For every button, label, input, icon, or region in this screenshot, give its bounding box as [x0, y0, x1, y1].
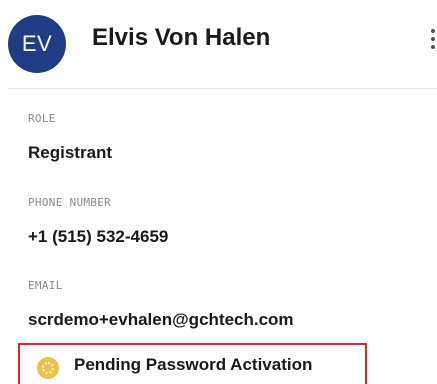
profile-header: EV Elvis Von Halen [0, 0, 437, 88]
role-value: Registrant [28, 143, 113, 162]
role-label: ROLE [28, 112, 56, 125]
header-divider [8, 88, 437, 89]
phone-number-label: PHONE NUMBER [28, 196, 112, 209]
email-value: scrdemo+evhalen@gchtech.com [28, 310, 294, 329]
pending-circle-icon [37, 357, 59, 379]
user-name: Elvis Von Halen [92, 24, 271, 51]
avatar: EV [8, 15, 66, 73]
phone-number-value: +1 (515) 532-4659 [28, 227, 169, 246]
user-profile-card: EV Elvis Von Halen ROLE Registrant PHONE… [0, 0, 437, 384]
more-options-icon[interactable] [427, 27, 437, 51]
status-badge: Pending Password Activation [18, 343, 367, 384]
status-text: Pending Password Activation [74, 355, 313, 374]
email-label: EMAIL [28, 279, 63, 292]
